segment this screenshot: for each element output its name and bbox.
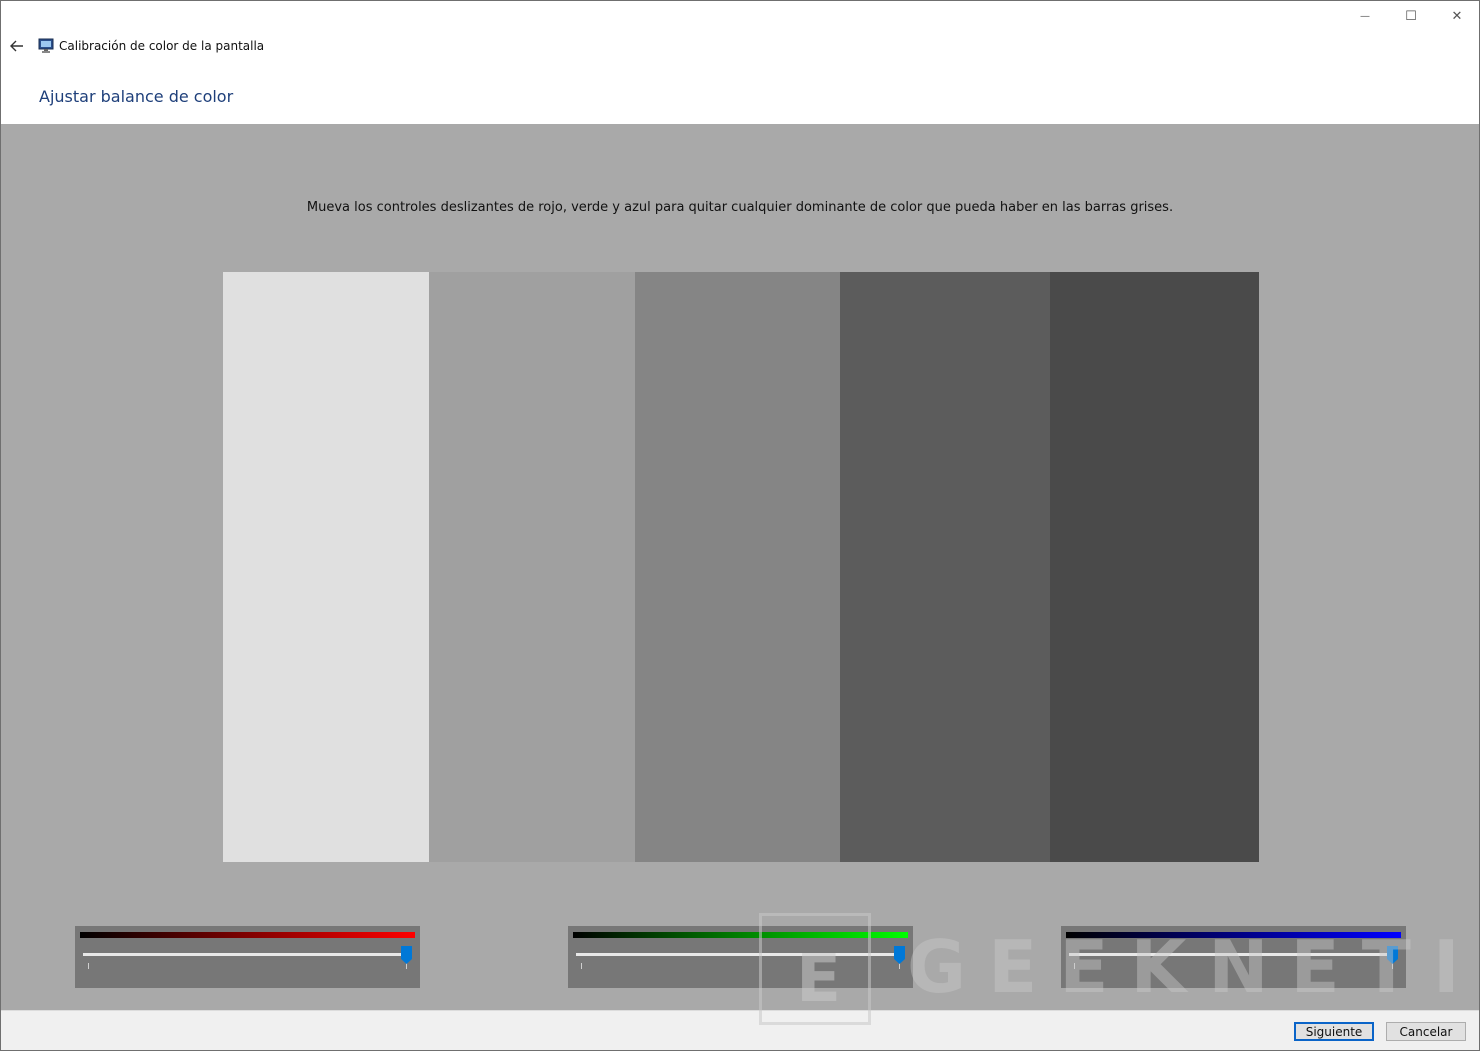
calibration-window: — ☐ ✕ Calibración de color de la pantall… xyxy=(0,0,1480,1051)
green-slider[interactable] xyxy=(568,926,913,988)
slider-tick-min xyxy=(581,963,582,969)
slider-thumb[interactable] xyxy=(894,946,905,964)
gray-bar xyxy=(429,272,635,862)
gray-bar xyxy=(1050,272,1259,862)
display-calibration-icon xyxy=(38,38,54,53)
maximize-icon: ☐ xyxy=(1405,8,1417,24)
footer-bar: Siguiente Cancelar xyxy=(1,1010,1479,1050)
slider-track[interactable] xyxy=(576,953,902,956)
window-title: Calibración de color de la pantalla xyxy=(59,39,265,53)
back-arrow-icon[interactable] xyxy=(8,37,26,55)
slider-thumb[interactable] xyxy=(401,946,412,964)
close-button[interactable]: ✕ xyxy=(1434,1,1479,31)
instruction-text: Mueva los controles deslizantes de rojo,… xyxy=(306,200,1174,215)
slider-thumb[interactable] xyxy=(1387,946,1398,964)
page-title: Ajustar balance de color xyxy=(39,87,234,106)
red-slider[interactable] xyxy=(75,926,420,988)
slider-tick-min xyxy=(1074,963,1075,969)
maximize-button[interactable]: ☐ xyxy=(1388,1,1434,31)
title-bar: — ☐ ✕ xyxy=(1,1,1479,33)
calibration-area: Mueva los controles deslizantes de rojo,… xyxy=(1,124,1479,1010)
red-gradient xyxy=(80,932,415,938)
green-gradient xyxy=(573,932,908,938)
gray-bars xyxy=(223,272,1259,862)
slider-track[interactable] xyxy=(83,953,409,956)
blue-slider[interactable] xyxy=(1061,926,1406,988)
next-button[interactable]: Siguiente xyxy=(1294,1022,1374,1041)
gray-bar xyxy=(840,272,1050,862)
slider-tick-min xyxy=(88,963,89,969)
minimize-button[interactable]: — xyxy=(1342,1,1388,31)
cancel-button[interactable]: Cancelar xyxy=(1386,1022,1466,1041)
gray-bar xyxy=(223,272,429,862)
gray-bar xyxy=(635,272,840,862)
minimize-icon: — xyxy=(1360,10,1370,22)
blue-gradient xyxy=(1066,932,1401,938)
slider-track[interactable] xyxy=(1069,953,1395,956)
close-icon: ✕ xyxy=(1451,8,1463,24)
